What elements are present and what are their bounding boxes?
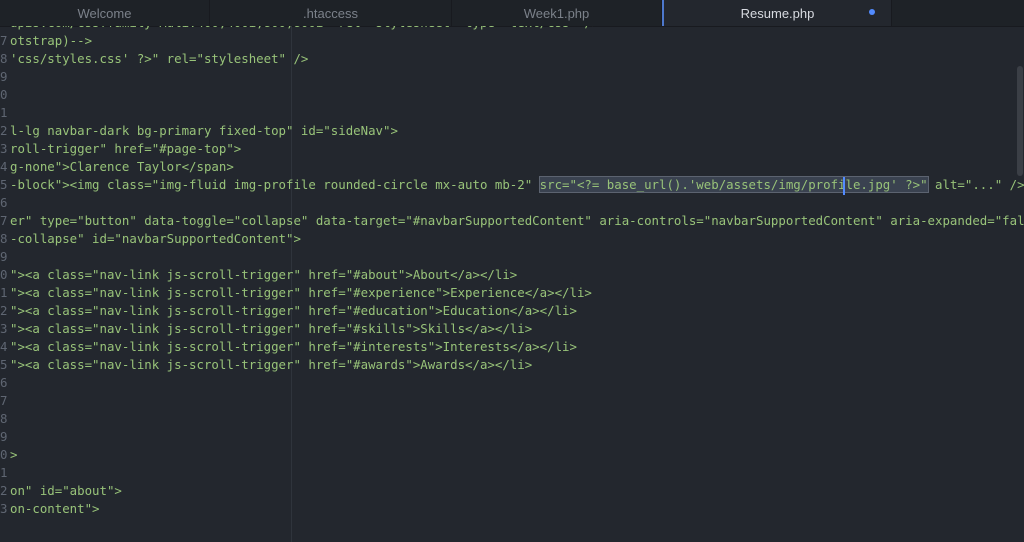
code-text: "><a class="nav-link js-scroll-trigger" … xyxy=(10,267,518,282)
code-text: -collapse" id="navbarSupportedContent"> xyxy=(10,231,301,246)
code-text: l-lg navbar-dark bg-primary fixed-top" i… xyxy=(10,123,398,138)
line-number: 0 xyxy=(0,267,8,282)
line-number: 1 xyxy=(0,465,8,480)
code-text: upis.com/css?family=Muli:400,400i,800,80… xyxy=(10,26,599,30)
code-text: "><a class="nav-link js-scroll-trigger" … xyxy=(10,303,577,318)
code-text: roll-trigger" href="#page-top"> xyxy=(10,141,242,156)
line-number: 5 xyxy=(0,177,8,192)
tab-label: .htaccess xyxy=(303,5,358,21)
line-number: 9 xyxy=(0,69,8,84)
line-number: 0 xyxy=(0,447,8,462)
code-line[interactable]: 2 "><a class="nav-link js-scroll-trigger"… xyxy=(0,302,577,320)
code-text: on-content"> xyxy=(10,501,100,516)
vertical-scrollbar[interactable] xyxy=(1017,66,1023,176)
line-number: 8 xyxy=(0,51,8,66)
code-line[interactable]: 3 on-content"> xyxy=(0,500,100,518)
modified-dot-icon xyxy=(869,9,875,15)
line-number: 9 xyxy=(0,429,8,444)
line-number: 3 xyxy=(0,321,8,336)
line-number: 8 xyxy=(0,231,8,246)
line-number: 2 xyxy=(0,303,8,318)
code-line[interactable]: 2 l-lg navbar-dark bg-primary fixed-top" … xyxy=(0,122,398,140)
code-line[interactable]: 3 roll-trigger" href="#page-top"> xyxy=(0,140,241,158)
code-line[interactable]: 0 > xyxy=(0,446,17,464)
line-number: 2 xyxy=(0,123,8,138)
code-text: on" id="about"> xyxy=(10,483,122,498)
code-text: er" type="button" data-toggle="collapse"… xyxy=(10,213,1024,228)
code-text: > xyxy=(10,447,18,462)
tab-bar-empty xyxy=(892,0,1024,26)
tab-welcome[interactable]: Welcome xyxy=(0,0,210,26)
code-line[interactable]: 8 xyxy=(0,410,10,428)
tab-label: Week1.php xyxy=(523,5,590,21)
code-line[interactable]: 6 xyxy=(0,374,10,392)
line-number: 1 xyxy=(0,285,8,300)
line-number: 6 xyxy=(0,195,8,210)
line-number: 4 xyxy=(0,339,8,354)
tab-bar: Welcome .htaccess Week1.php Resume.php xyxy=(0,0,1024,27)
code-line[interactable]: 5 -block"><img class="img-fluid img-profi… xyxy=(0,176,1024,194)
selected-code-text: src="<?= base_url().'web/assets/img/prof… xyxy=(538,176,929,193)
code-line[interactable]: 8'css/styles.css' ?>" rel="stylesheet" /… xyxy=(0,50,308,68)
code-line[interactable]: 1 xyxy=(0,104,10,122)
tab-resume-php[interactable]: Resume.php xyxy=(662,0,892,26)
line-number: 8 xyxy=(0,411,8,426)
code-line[interactable]: 2 on" id="about"> xyxy=(0,482,122,500)
code-text: otstrap)--> xyxy=(10,33,93,48)
code-text: "><a class="nav-link js-scroll-trigger" … xyxy=(10,285,592,300)
code-line[interactable]: 4 "><a class="nav-link js-scroll-trigger"… xyxy=(0,338,577,356)
code-text: "><a class="nav-link js-scroll-trigger" … xyxy=(10,357,533,372)
line-number: 5 xyxy=(0,357,8,372)
text-cursor xyxy=(843,177,845,195)
tab-label: Welcome xyxy=(77,5,132,21)
line-number: 4 xyxy=(0,159,8,174)
code-line[interactable]: 1 "><a class="nav-link js-scroll-trigger"… xyxy=(0,284,592,302)
tab-week1-php[interactable]: Week1.php xyxy=(452,0,662,26)
code-line[interactable]: 7 er" type="button" data-toggle="collapse… xyxy=(0,212,1024,230)
line-number: 7 xyxy=(0,393,8,408)
code-line[interactable]: 6 xyxy=(0,194,10,212)
line-number: 2 xyxy=(0,483,8,498)
code-text: alt="..." /></span> xyxy=(935,177,1024,192)
code-line[interactable]: 9 xyxy=(0,428,10,446)
line-number: 0 xyxy=(0,87,8,102)
line-number: 7 xyxy=(0,33,8,48)
code-text: 'css/styles.css' ?>" rel="stylesheet" /> xyxy=(10,51,309,66)
code-line[interactable]: 4 g-none">Clarence Taylor</span> xyxy=(0,158,234,176)
code-text: -block"><img class="img-fluid img-profil… xyxy=(10,177,540,192)
code-line[interactable]: 1 xyxy=(0,464,10,482)
code-line[interactable]: 9 xyxy=(0,248,10,266)
code-line[interactable]: 5 "><a class="nav-link js-scroll-trigger"… xyxy=(0,356,532,374)
code-editor[interactable]: upis.com/css?family=Muli:400,400i,800,80… xyxy=(0,26,1024,542)
code-text: "><a class="nav-link js-scroll-trigger" … xyxy=(10,321,533,336)
line-number: 6 xyxy=(0,375,8,390)
code-line[interactable]: 9 xyxy=(0,68,10,86)
line-number: 1 xyxy=(0,105,8,120)
line-number: 7 xyxy=(0,213,8,228)
tab-label: Resume.php xyxy=(740,5,815,21)
line-number: 3 xyxy=(0,141,8,156)
code-line[interactable]: 0 "><a class="nav-link js-scroll-trigger"… xyxy=(0,266,517,284)
tab-htaccess[interactable]: .htaccess xyxy=(210,0,452,26)
code-line[interactable]: 0 xyxy=(0,86,10,104)
code-line[interactable]: 8 -collapse" id="navbarSupportedContent"> xyxy=(0,230,301,248)
code-text: g-none">Clarence Taylor</span> xyxy=(10,159,234,174)
code-line[interactable]: 3 "><a class="nav-link js-scroll-trigger"… xyxy=(0,320,532,338)
code-line[interactable]: 7 otstrap)--> xyxy=(0,32,92,50)
code-text: "><a class="nav-link js-scroll-trigger" … xyxy=(10,339,577,354)
line-number: 3 xyxy=(0,501,8,516)
code-line[interactable]: 7 xyxy=(0,392,10,410)
line-number: 9 xyxy=(0,249,8,264)
